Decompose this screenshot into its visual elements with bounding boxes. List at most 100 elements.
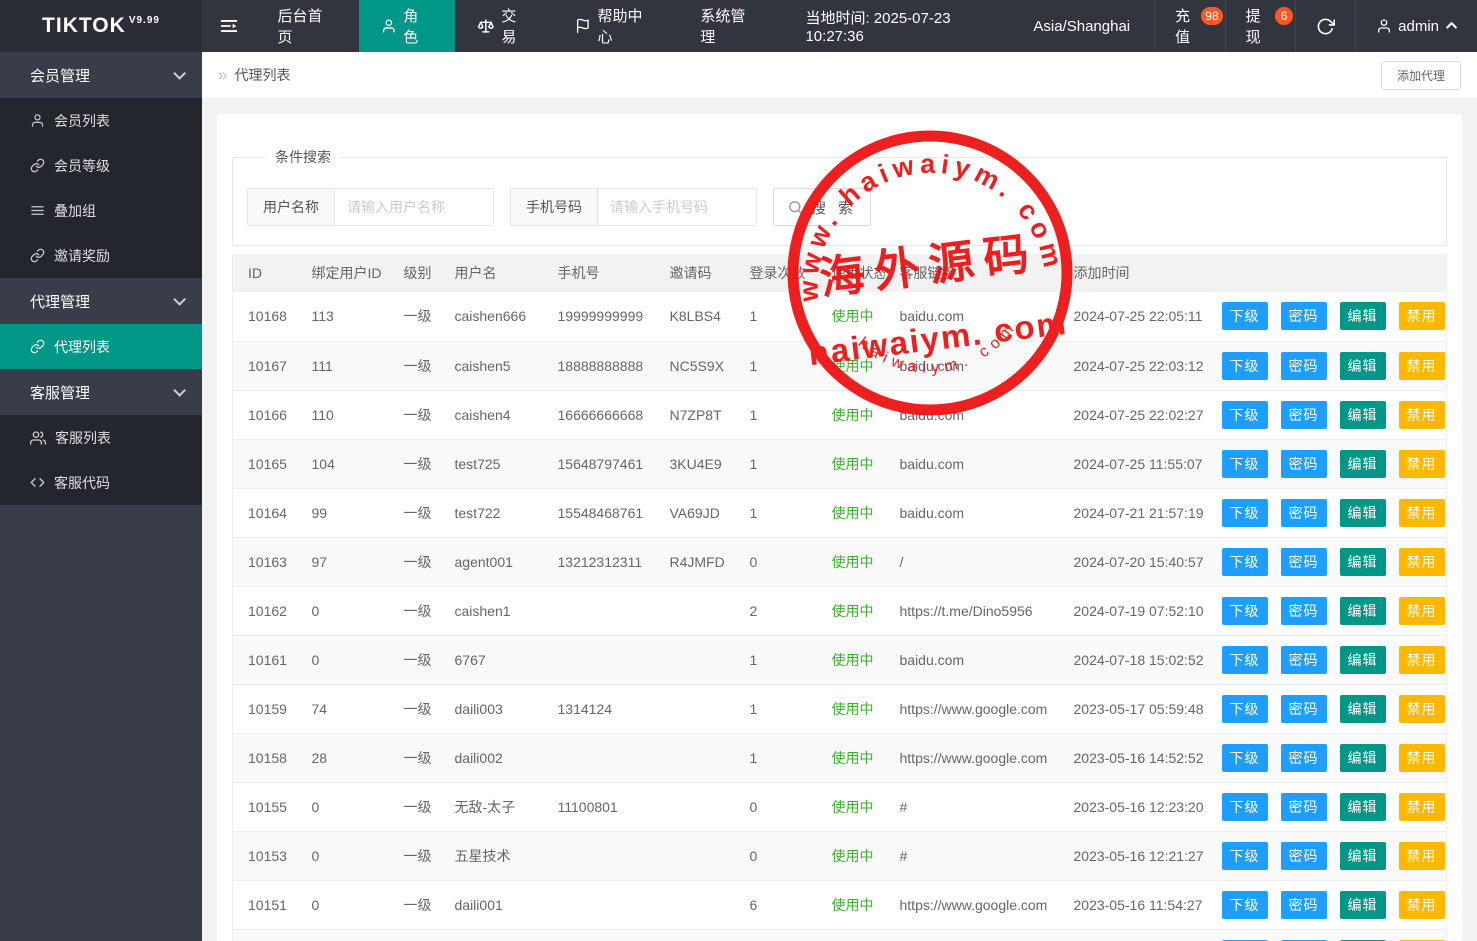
password-button[interactable]: 密码 [1280,645,1327,674]
password-button[interactable]: 密码 [1280,792,1327,821]
disable-button[interactable]: 禁用 [1398,645,1445,674]
disable-button[interactable]: 禁用 [1398,841,1445,870]
sidebar-group-member-management[interactable]: 会员管理 [0,52,202,98]
disable-button[interactable]: 禁用 [1398,302,1445,331]
password-button[interactable]: 密码 [1280,400,1327,429]
edit-button[interactable]: 编辑 [1339,596,1386,625]
edit-button[interactable]: 编辑 [1339,498,1386,527]
disable-button[interactable]: 禁用 [1398,400,1445,429]
scales-icon [477,19,494,33]
cell-status: 使用中 [816,880,885,930]
subordinate-button[interactable]: 下级 [1221,400,1268,429]
disable-button[interactable]: 禁用 [1398,596,1445,625]
sidebar-item-member-level[interactable]: 会员等级 [0,143,202,188]
refresh-button[interactable] [1295,0,1355,52]
edit-button[interactable]: 编辑 [1339,792,1386,821]
password-button[interactable]: 密码 [1280,351,1327,380]
cell-bind-user-id: 99 [296,488,389,538]
cell-invite-code [654,831,735,881]
search-icon [789,200,802,214]
subordinate-button[interactable]: 下级 [1221,547,1268,576]
sidebar-item-label: 客服列表 [55,429,111,446]
disable-button[interactable]: 禁用 [1398,890,1445,919]
disable-button[interactable]: 禁用 [1398,694,1445,723]
disable-button[interactable]: 禁用 [1398,449,1445,478]
edit-button[interactable]: 编辑 [1339,890,1386,919]
sidebar-group-service-management[interactable]: 客服管理 [0,369,202,415]
edit-button[interactable]: 编辑 [1339,449,1386,478]
search-button[interactable]: 搜 索 [773,188,872,226]
edit-button[interactable]: 编辑 [1339,400,1386,429]
edit-button[interactable]: 编辑 [1339,743,1386,772]
recharge-menu[interactable]: 充值 98 [1154,0,1225,52]
password-button[interactable]: 密码 [1280,694,1327,723]
edit-button[interactable]: 编辑 [1339,694,1386,723]
edit-button[interactable]: 编辑 [1339,547,1386,576]
disable-button[interactable]: 禁用 [1398,743,1445,772]
admin-menu[interactable]: admin [1355,0,1477,52]
subordinate-button[interactable]: 下级 [1221,351,1268,380]
password-button[interactable]: 密码 [1280,449,1327,478]
password-button[interactable]: 密码 [1280,596,1327,625]
nav-transactions[interactable]: 交易 [455,0,553,52]
cell-username: test725 [439,439,543,489]
subordinate-button[interactable]: 下级 [1221,302,1268,331]
cell-id: 10167 [232,341,297,391]
cell-id: 10158 [232,733,297,783]
table-row: 10167 111 一级 caishen5 18888888888 NC5S9X 1 使用中 b… [232,341,1447,391]
sidebar-item-invite-reward[interactable]: 邀请奖励 [0,233,202,278]
password-button[interactable]: 密码 [1280,841,1327,870]
edit-button[interactable]: 编辑 [1339,645,1386,674]
subordinate-button[interactable]: 下级 [1221,645,1268,674]
subordinate-button[interactable]: 下级 [1221,596,1268,625]
sidebar-item-stack-group[interactable]: 叠加组 [0,188,202,233]
search-panel: 条件搜索 用户名称 手机号码 搜 索 [232,147,1447,246]
nav-roles[interactable]: 角色 [358,0,455,52]
add-agent-button[interactable]: 添加代理 [1380,61,1461,90]
cell-login-count: 1 [734,733,817,783]
subordinate-button[interactable]: 下级 [1221,498,1268,527]
logo-version: V9.99 [128,14,160,26]
phone-input[interactable] [597,188,757,226]
subordinate-button[interactable]: 下级 [1221,841,1268,870]
password-button[interactable]: 密码 [1280,890,1327,919]
subordinate-button[interactable]: 下级 [1221,792,1268,821]
sidebar-item-member-list[interactable]: 会员列表 [0,98,202,143]
cell-actions: 下级密码编辑禁用 [1206,831,1447,881]
cell-status: 使用中 [816,782,885,832]
cell-bind-user-id: 104 [296,439,389,489]
sidebar-item-service-code[interactable]: 客服代码 [0,460,202,505]
table-row: 10155 0 一级 无敌-太子 11100801 0 使用中 #2023-05-16 12:… [232,782,1447,832]
nav-help-center[interactable]: 帮助中心 [553,0,679,52]
password-button[interactable]: 密码 [1280,743,1327,772]
cell-level: 一级 [388,292,440,342]
disable-button[interactable]: 禁用 [1398,792,1445,821]
disable-button[interactable]: 禁用 [1398,547,1445,576]
edit-button[interactable]: 编辑 [1339,302,1386,331]
cell-status: 使用中 [816,488,885,538]
subordinate-button[interactable]: 下级 [1221,449,1268,478]
edit-button[interactable]: 编辑 [1339,841,1386,870]
cell-created-at: 2024-07-20 15:40:57 [1058,537,1207,587]
nav-label: 角色 [403,8,419,46]
col-service-link: 客服链接 [884,254,1059,292]
password-button[interactable]: 密码 [1280,498,1327,527]
password-button[interactable]: 密码 [1280,302,1327,331]
recharge-label: 充值 [1175,8,1191,46]
edit-button[interactable]: 编辑 [1339,351,1386,380]
subordinate-button[interactable]: 下级 [1221,694,1268,723]
sidebar-group-agent-management[interactable]: 代理管理 [0,278,202,324]
username-input[interactable] [334,188,494,226]
cell-bind-user-id: 113 [296,292,389,342]
password-button[interactable]: 密码 [1280,547,1327,576]
disable-button[interactable]: 禁用 [1398,351,1445,380]
sidebar-item-agent-list[interactable]: 代理列表 [0,324,202,369]
sidebar-item-service-list[interactable]: 客服列表 [0,415,202,460]
nav-dashboard[interactable]: 后台首页 [255,0,358,52]
disable-button[interactable]: 禁用 [1398,498,1445,527]
collapse-menu-button[interactable] [202,0,255,52]
nav-system-management[interactable]: 系统管理 [678,0,781,52]
subordinate-button[interactable]: 下级 [1221,743,1268,772]
subordinate-button[interactable]: 下级 [1221,890,1268,919]
withdraw-menu[interactable]: 提现 6 [1224,0,1296,52]
